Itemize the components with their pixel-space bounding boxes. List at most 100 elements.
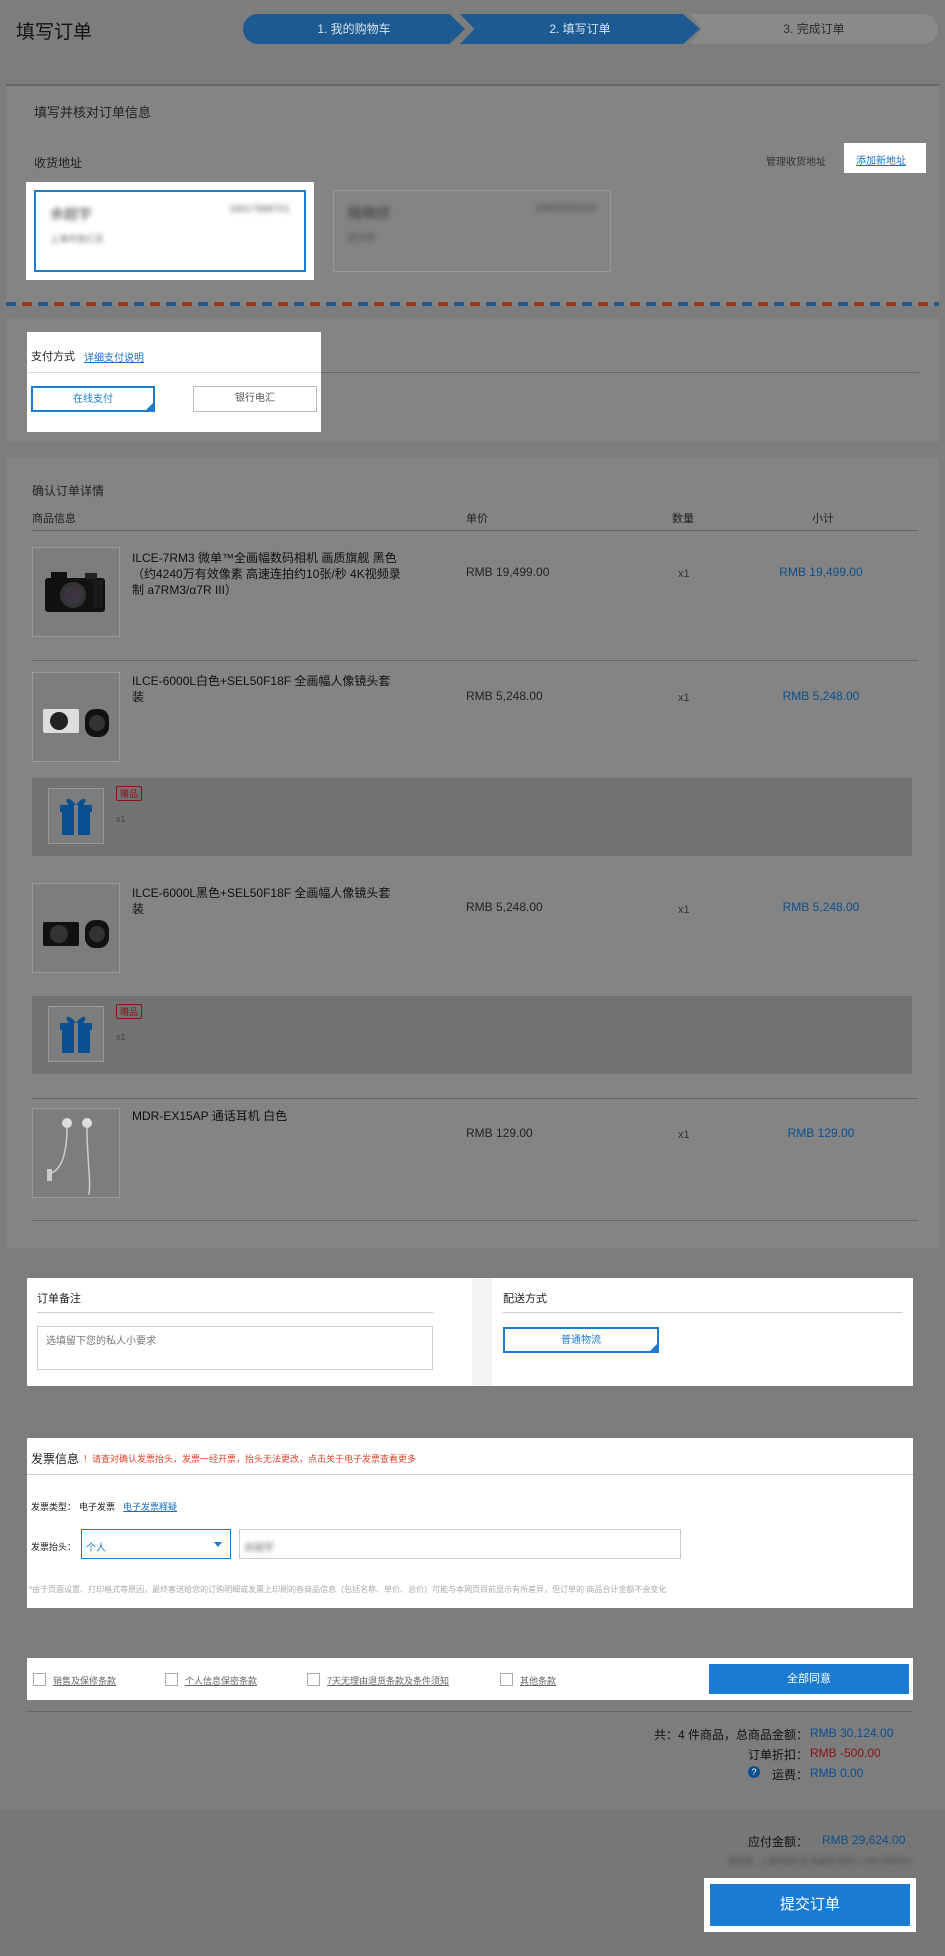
invoice-warning[interactable]: ！请查对确认发票抬头，发票一经开票，抬头无法更改，点击关于电子发票查看更多 — [83, 1452, 416, 1465]
delivery-title: 配送方式 — [503, 1293, 547, 1305]
product-image-earphones[interactable] — [32, 1108, 120, 1198]
row-divider — [32, 1220, 918, 1221]
pay-online-button[interactable]: 在线支付 — [31, 386, 155, 412]
total-label: 共：4 件商品，总商品金额： — [653, 1728, 808, 1742]
address-name: 陆晓欣 — [348, 205, 390, 221]
address-label: 收货地址 — [34, 156, 83, 170]
product-subtotal: RMB 5,248.00 — [782, 689, 860, 703]
product-subtotal: RMB 5,248.00 — [782, 900, 860, 914]
remark-delivery-box: 订单备注 配送方式 普通物流 — [27, 1278, 913, 1386]
gift-badge: 赠品 — [116, 786, 143, 801]
gift-row: 赠品 x1 — [32, 778, 912, 856]
col-price: 单价 — [466, 513, 488, 525]
address-detail: 上海市徐汇区 — [50, 234, 105, 244]
add-address-link[interactable]: 添加新地址 — [856, 152, 906, 167]
product-name[interactable]: ILCE-6000L白色+SEL50F18F 全画幅人像镜头套装 — [132, 673, 402, 705]
confirm-panel: 确认订单详情 商品信息 单价 数量 小计 ILCE-7RM3 微单™全画幅数码相… — [6, 458, 939, 1248]
step-cart: 1. 我的购物车 — [243, 14, 465, 44]
agree-label-other[interactable]: 其他条款 — [520, 1674, 556, 1687]
invoice-type-label: 发票类型： — [31, 1502, 77, 1512]
submit-order-button[interactable]: 提交订单 — [710, 1884, 910, 1926]
step-fill-order: 2. 填写订单 — [460, 14, 700, 44]
product-qty: x1 — [678, 692, 690, 704]
product-qty: x1 — [678, 568, 690, 580]
payment-title: 支付方式 — [31, 351, 75, 363]
selected-corner-icon — [650, 1344, 657, 1351]
divider — [27, 372, 321, 373]
gap — [472, 1278, 492, 1386]
agree-checkbox-return[interactable] — [307, 1673, 320, 1686]
gift-icon — [60, 1016, 92, 1053]
address-phone: 18017888761 — [228, 204, 290, 215]
product-qty: x1 — [678, 1129, 690, 1141]
agree-checkbox-privacy[interactable] — [165, 1673, 178, 1686]
payment-detail-link[interactable]: 详细支付说明 — [84, 349, 144, 364]
product-qty: x1 — [678, 904, 690, 916]
shipping-value: RMB 0.00 — [810, 1766, 864, 1780]
product-price: RMB 5,248.00 — [466, 689, 543, 703]
page-title: 填写订单 — [16, 22, 93, 43]
row-divider — [32, 1098, 918, 1099]
camera-icon — [45, 572, 105, 612]
chevron-down-icon — [214, 1542, 222, 1547]
product-image-a6000-black[interactable] — [32, 883, 120, 973]
payable-label: 应付金额： — [747, 1835, 808, 1849]
product-name[interactable]: ILCE-7RM3 微单™全画幅数码相机 画质旗舰 黑色（约4240万有效像素 … — [132, 550, 402, 598]
product-image-a7rm3[interactable] — [32, 547, 120, 637]
pay-online-label: 在线支付 — [73, 394, 113, 405]
shipping-address-line: 寄送至：上海市徐汇区 余超宇 收货人 18017888761 — [728, 1857, 912, 1866]
earphones-icon — [47, 1118, 92, 1196]
agree-label-privacy[interactable]: 个人信息保密条款 — [185, 1674, 257, 1687]
gift-image — [48, 1006, 104, 1062]
product-price: RMB 5,248.00 — [466, 900, 543, 914]
product-price: RMB 129.00 — [466, 1126, 533, 1140]
product-name[interactable]: MDR-EX15AP 通话耳机 白色 — [132, 1108, 402, 1124]
agree-checkbox-sales[interactable] — [33, 1673, 46, 1686]
address-card[interactable]: 陆晓欣 13462202219 武汉市 — [333, 190, 611, 272]
row-divider — [32, 660, 918, 661]
remark-title: 订单备注 — [37, 1293, 81, 1305]
gift-icon — [60, 798, 92, 835]
agree-all-button[interactable]: 全部同意 — [709, 1664, 909, 1694]
divider — [26, 1711, 912, 1712]
divider — [503, 1312, 903, 1313]
product-name[interactable]: ILCE-6000L黑色+SEL50F18F 全画幅人像镜头套装 — [132, 885, 402, 917]
order-info-title: 填写并核对订单信息 — [34, 105, 152, 120]
address-card-selected-wrap: 余超宇 18017888761 上海市徐汇区 — [26, 182, 314, 280]
shipping-label: 运费： — [771, 1768, 808, 1782]
agree-label-return[interactable]: 7天无理由退货条款及条件须知 — [327, 1674, 449, 1687]
gift-badge: 赠品 — [116, 1004, 143, 1019]
invoice-header-input[interactable]: 余超宇 — [239, 1529, 681, 1559]
delivery-option-label: 普通物流 — [561, 1335, 601, 1346]
shipping-help-icon[interactable]: ? — [748, 1766, 760, 1778]
discount-label: 订单折扣： — [747, 1748, 808, 1762]
remark-input[interactable] — [37, 1326, 433, 1370]
invoice-help-link[interactable]: 电子发票释疑 — [123, 1500, 177, 1513]
invoice-title: 发票信息 — [31, 1452, 80, 1466]
gift-row: 赠品 x1 — [32, 996, 912, 1074]
divider — [27, 1474, 913, 1475]
product-image-a6000-white[interactable] — [32, 672, 120, 762]
delivery-standard-button[interactable]: 普通物流 — [503, 1327, 659, 1353]
header: 填写订单 1. 我的购物车 2. 填写订单 3. 完成订单 — [0, 0, 945, 58]
product-subtotal: RMB 129.00 — [787, 1126, 855, 1140]
address-phone: 13462202219 — [534, 203, 596, 214]
remark-section: 订单备注 — [27, 1278, 472, 1386]
gift-qty: x1 — [116, 814, 126, 824]
header-divider — [32, 530, 918, 531]
payment-box: 支付方式 详细支付说明 在线支付 银行电汇 — [27, 332, 321, 432]
invoice-header-label: 发票抬头： — [31, 1542, 77, 1552]
gift-qty: x1 — [116, 1032, 126, 1042]
invoice-header-select[interactable]: 个人 — [81, 1529, 231, 1559]
invoice-type-value: 电子发票 — [79, 1502, 116, 1512]
pay-bank-transfer-button[interactable]: 银行电汇 — [193, 386, 317, 412]
agree-checkbox-other[interactable] — [500, 1673, 513, 1686]
airmail-divider — [6, 302, 939, 306]
discount-value: RMB -500.00 — [810, 1746, 881, 1760]
confirm-title: 确认订单详情 — [32, 484, 105, 498]
manage-address-link[interactable]: 管理收货地址 — [766, 153, 826, 168]
invoice-header-value: 余超宇 — [244, 1543, 274, 1554]
submit-highlight: 提交订单 — [704, 1878, 916, 1932]
address-card-selected[interactable]: 余超宇 18017888761 上海市徐汇区 — [34, 190, 306, 272]
agree-label-sales[interactable]: 销售及保修条款 — [53, 1674, 116, 1687]
